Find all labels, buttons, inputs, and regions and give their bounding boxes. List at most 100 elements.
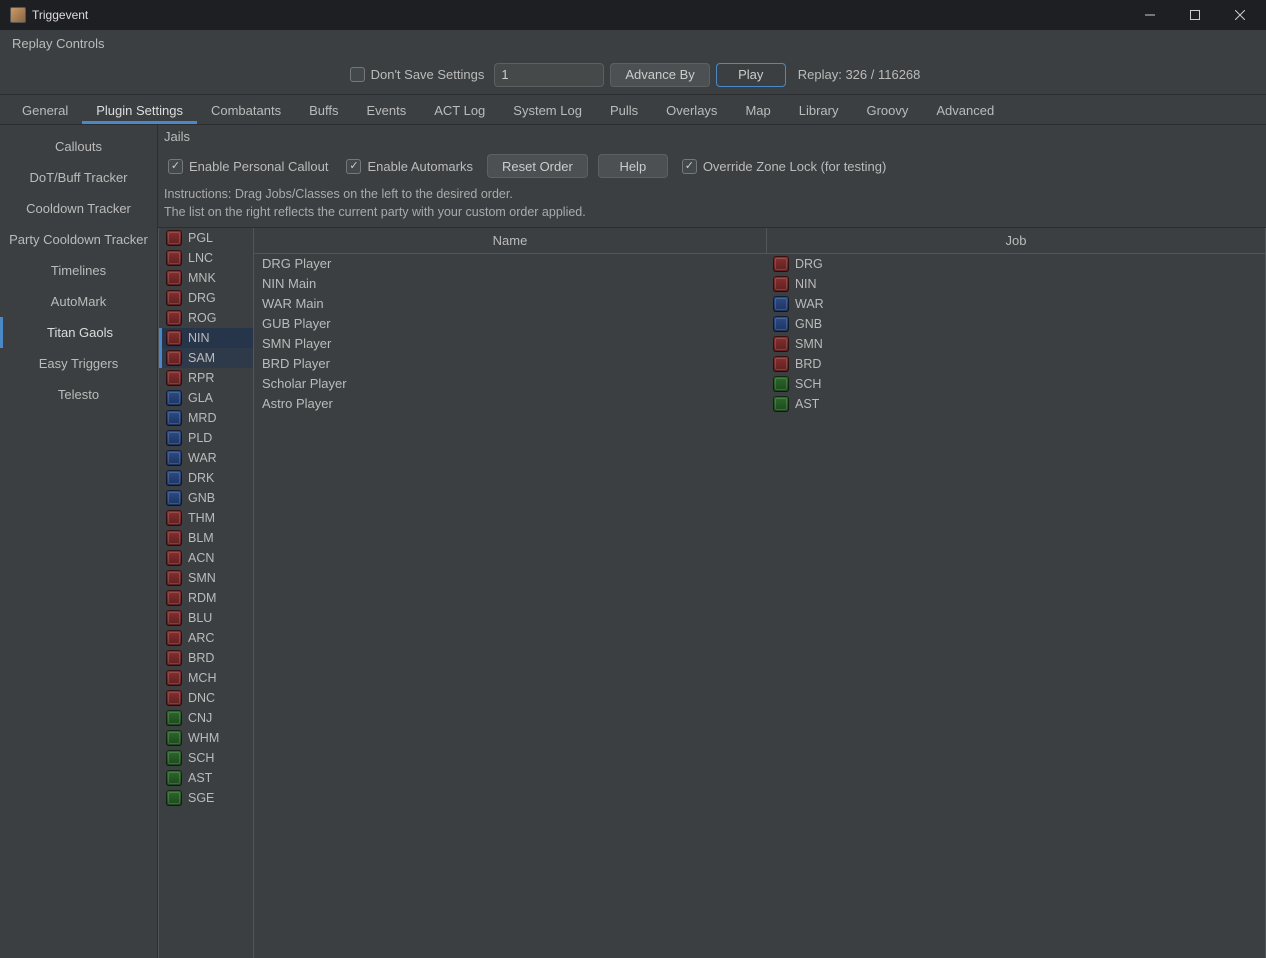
job-row-rdm[interactable]: RDM: [159, 588, 253, 608]
tab-library[interactable]: Library: [785, 97, 853, 124]
job-row-whm[interactable]: WHM: [159, 728, 253, 748]
job-row-war[interactable]: WAR: [159, 448, 253, 468]
job-row-sch[interactable]: SCH: [159, 748, 253, 768]
job-code-label: NIN: [795, 277, 817, 291]
override-zone-lock-label: Override Zone Lock (for testing): [703, 159, 887, 174]
sidebar-item-party-cooldown-tracker[interactable]: Party Cooldown Tracker: [0, 224, 157, 255]
job-icon-rdm: [166, 590, 182, 606]
job-row-thm[interactable]: THM: [159, 508, 253, 528]
sidebar-item-telesto[interactable]: Telesto: [0, 379, 157, 410]
job-row-brd[interactable]: BRD: [159, 648, 253, 668]
job-row-sge[interactable]: SGE: [159, 788, 253, 808]
titan-gaols-panel: Jails Enable Personal Callout Enable Aut…: [158, 125, 1266, 958]
job-icon-sch: [166, 750, 182, 766]
sidebar-item-titan-gaols[interactable]: Titan Gaols: [0, 317, 157, 348]
tab-pulls[interactable]: Pulls: [596, 97, 652, 124]
party-name-cell: DRG Player: [254, 254, 767, 274]
dont-save-settings-checkbox[interactable]: Don't Save Settings: [346, 67, 489, 82]
help-button[interactable]: Help: [598, 154, 668, 178]
job-row-gnb[interactable]: GNB: [159, 488, 253, 508]
party-name-cell: BRD Player: [254, 354, 767, 374]
job-code-label: BLU: [188, 611, 212, 625]
sidebar-item-easy-triggers[interactable]: Easy Triggers: [0, 348, 157, 379]
job-icon-ast: [166, 770, 182, 786]
party-job-cell: DRG: [767, 254, 1265, 274]
job-row-smn[interactable]: SMN: [159, 568, 253, 588]
tab-buffs[interactable]: Buffs: [295, 97, 352, 124]
party-row[interactable]: Scholar PlayerSCH: [254, 374, 1265, 394]
party-row[interactable]: WAR MainWAR: [254, 294, 1265, 314]
tab-plugin-settings[interactable]: Plugin Settings: [82, 97, 197, 124]
job-row-drg[interactable]: DRG: [159, 288, 253, 308]
tab-system-log[interactable]: System Log: [499, 97, 596, 124]
advance-amount-input[interactable]: [494, 63, 604, 87]
tab-map[interactable]: Map: [731, 97, 784, 124]
job-icon-smn: [773, 336, 789, 352]
job-row-pgl[interactable]: PGL: [159, 228, 253, 248]
job-order-list[interactable]: PGLLNCMNKDRGROGNINSAMRPRGLAMRDPLDWARDRKG…: [158, 228, 254, 958]
tab-combatants[interactable]: Combatants: [197, 97, 295, 124]
job-icon-pgl: [166, 230, 182, 246]
window-close-button[interactable]: [1217, 0, 1262, 30]
party-row[interactable]: DRG PlayerDRG: [254, 254, 1265, 274]
enable-automarks-checkbox[interactable]: Enable Automarks: [342, 159, 477, 174]
job-row-pld[interactable]: PLD: [159, 428, 253, 448]
job-row-mnk[interactable]: MNK: [159, 268, 253, 288]
tab-act-log[interactable]: ACT Log: [420, 97, 499, 124]
job-icon-sge: [166, 790, 182, 806]
job-row-arc[interactable]: ARC: [159, 628, 253, 648]
tab-events[interactable]: Events: [352, 97, 420, 124]
job-code-label: BRD: [188, 651, 214, 665]
job-code-label: SCH: [188, 751, 214, 765]
job-icon-arc: [166, 630, 182, 646]
job-row-cnj[interactable]: CNJ: [159, 708, 253, 728]
job-code-label: WAR: [795, 297, 824, 311]
job-icon-sch: [773, 376, 789, 392]
job-row-gla[interactable]: GLA: [159, 388, 253, 408]
tab-groovy[interactable]: Groovy: [852, 97, 922, 124]
party-row[interactable]: SMN PlayerSMN: [254, 334, 1265, 354]
job-row-sam[interactable]: SAM: [159, 348, 253, 368]
sidebar-item-dot-buff-tracker[interactable]: DoT/Buff Tracker: [0, 162, 157, 193]
sidebar-item-cooldown-tracker[interactable]: Cooldown Tracker: [0, 193, 157, 224]
job-row-mch[interactable]: MCH: [159, 668, 253, 688]
job-row-rog[interactable]: ROG: [159, 308, 253, 328]
sidebar-item-timelines[interactable]: Timelines: [0, 255, 157, 286]
job-row-ast[interactable]: AST: [159, 768, 253, 788]
job-code-label: AST: [188, 771, 212, 785]
job-row-dnc[interactable]: DNC: [159, 688, 253, 708]
job-code-label: CNJ: [188, 711, 212, 725]
reset-order-button[interactable]: Reset Order: [487, 154, 588, 178]
tab-advanced[interactable]: Advanced: [922, 97, 1008, 124]
job-row-acn[interactable]: ACN: [159, 548, 253, 568]
party-row[interactable]: NIN MainNIN: [254, 274, 1265, 294]
job-code-label: SCH: [795, 377, 821, 391]
job-row-drk[interactable]: DRK: [159, 468, 253, 488]
tab-general[interactable]: General: [8, 97, 82, 124]
job-row-nin[interactable]: NIN: [159, 328, 253, 348]
override-zone-lock-checkbox[interactable]: Override Zone Lock (for testing): [678, 159, 891, 174]
party-job-cell: SMN: [767, 334, 1265, 354]
sidebar-item-callouts[interactable]: Callouts: [0, 131, 157, 162]
job-row-blu[interactable]: BLU: [159, 608, 253, 628]
job-row-blm[interactable]: BLM: [159, 528, 253, 548]
sidebar-item-automark[interactable]: AutoMark: [0, 286, 157, 317]
job-icon-pld: [166, 430, 182, 446]
party-row[interactable]: GUB PlayerGNB: [254, 314, 1265, 334]
job-row-rpr[interactable]: RPR: [159, 368, 253, 388]
window-minimize-button[interactable]: [1127, 0, 1172, 30]
job-code-label: THM: [188, 511, 215, 525]
job-row-mrd[interactable]: MRD: [159, 408, 253, 428]
column-header-name[interactable]: Name: [254, 228, 767, 253]
column-header-job[interactable]: Job: [767, 228, 1265, 253]
window-maximize-button[interactable]: [1172, 0, 1217, 30]
job-icon-thm: [166, 510, 182, 526]
party-row[interactable]: BRD PlayerBRD: [254, 354, 1265, 374]
tab-overlays[interactable]: Overlays: [652, 97, 731, 124]
party-row[interactable]: Astro PlayerAST: [254, 394, 1265, 414]
job-code-label: DNC: [188, 691, 215, 705]
play-button[interactable]: Play: [716, 63, 786, 87]
job-row-lnc[interactable]: LNC: [159, 248, 253, 268]
advance-by-button[interactable]: Advance By: [610, 63, 709, 87]
enable-personal-callout-checkbox[interactable]: Enable Personal Callout: [164, 159, 332, 174]
